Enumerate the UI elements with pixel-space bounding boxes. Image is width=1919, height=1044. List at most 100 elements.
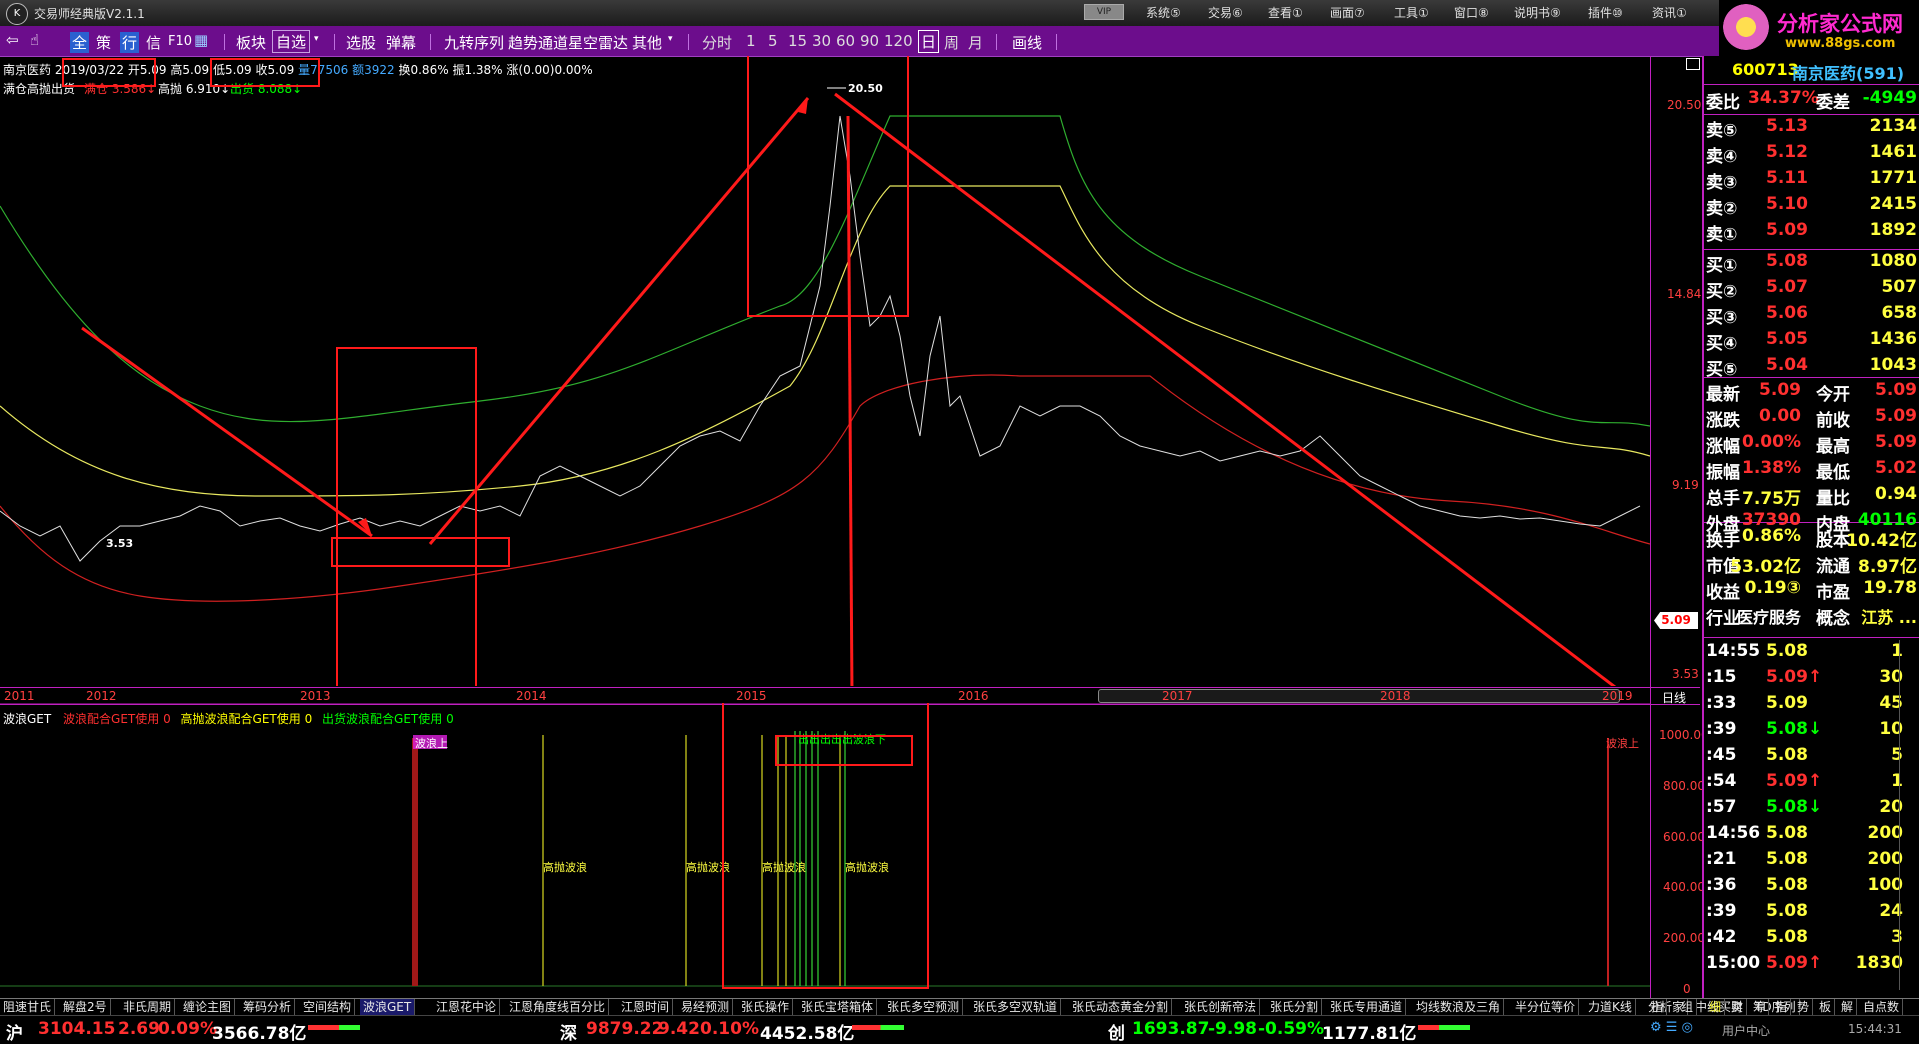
formula-tab[interactable]: 张氏多空双轨道: [970, 999, 1062, 1015]
tb-quote[interactable]: 行: [120, 32, 140, 53]
hand-icon[interactable]: ☝: [30, 31, 39, 49]
tick-row: :39 5.08 24: [1706, 901, 1903, 921]
sh-index: 3104.15: [38, 1019, 116, 1039]
app-logo-icon: K: [6, 3, 28, 25]
formula-tab[interactable]: 力道K线: [1585, 999, 1636, 1015]
formula-tabs: 阻速甘氏 解盘2号 非氏周期 缠论主图 筹码分析 空间结构 波浪GET 江恩花中论 江恩角度线百…: [0, 998, 1919, 1016]
menu-plugins[interactable]: 插件⑩: [1588, 4, 1623, 21]
chuhuo-lines: [794, 731, 846, 986]
right-tab[interactable]: 指: [1648, 999, 1668, 1015]
formula-tab[interactable]: 缠论主图: [180, 999, 236, 1015]
formula-tab[interactable]: 空间结构: [300, 999, 356, 1015]
sh-change: 2.69: [118, 1019, 160, 1039]
menu-news[interactable]: 资讯①: [1652, 4, 1687, 21]
back-icon[interactable]: ⇦: [6, 31, 19, 49]
tb-5min[interactable]: 5: [768, 32, 778, 50]
tb-other[interactable]: 其他: [632, 32, 662, 53]
status-icons[interactable]: ⚙ ☰ ◎: [1650, 1020, 1693, 1035]
tb-intraday[interactable]: 分时: [702, 32, 732, 53]
tb-f10[interactable]: F10: [168, 34, 192, 49]
grid-icon[interactable]: ▦: [194, 31, 208, 49]
tb-daily[interactable]: 日: [918, 30, 940, 53]
quote-tab[interactable]: 板: [1816, 999, 1836, 1015]
tb-15min[interactable]: 15: [788, 32, 807, 50]
quote-tab[interactable]: 筹: [1750, 999, 1770, 1015]
tb-120min[interactable]: 120: [884, 32, 913, 50]
other-dropdown-icon[interactable]: ▾: [668, 34, 673, 44]
tb-trend-channel[interactable]: 趋势通道: [508, 32, 568, 53]
tb-all[interactable]: 全: [70, 32, 90, 53]
sub-y-800: 800.00: [1663, 779, 1705, 793]
tb-sector[interactable]: 板块: [236, 32, 266, 53]
tb-info[interactable]: 信: [146, 32, 161, 53]
tb-stock-picker[interactable]: 选股: [346, 32, 376, 53]
quote-tab[interactable]: 自点数: [1860, 999, 1904, 1015]
tb-draw[interactable]: 画线: [1012, 32, 1042, 53]
formula-tab[interactable]: 张氏动态黄金分割: [1069, 999, 1173, 1015]
formula-tab[interactable]: 张氏分割: [1267, 999, 1323, 1015]
formula-tab[interactable]: 半分位等价: [1512, 999, 1580, 1015]
formula-tab[interactable]: 江恩花中论: [433, 999, 501, 1015]
formula-tab[interactable]: 江恩角度线百分比: [506, 999, 610, 1015]
maximize-chart-icon[interactable]: [1686, 58, 1700, 70]
formula-tab[interactable]: 易经预测: [678, 999, 734, 1015]
tb-strategy[interactable]: 策: [96, 32, 111, 53]
formula-tab[interactable]: 张氏专用通道: [1327, 999, 1407, 1015]
stat-row: 涨跌 0.00 前收 5.09: [1706, 406, 1917, 431]
tb-1min[interactable]: 1: [746, 32, 756, 50]
period-label[interactable]: 日线: [1662, 689, 1686, 706]
tb-30min[interactable]: 30: [812, 32, 831, 50]
formula-tab[interactable]: 张氏宝塔箱体: [798, 999, 878, 1015]
gp-label-4: 高抛波浪: [845, 860, 889, 874]
formula-tab[interactable]: 张氏操作: [738, 999, 794, 1015]
right-tab[interactable]: 组: [1678, 999, 1698, 1015]
box-peak: [747, 56, 909, 317]
tb-radar[interactable]: 星空雷达: [568, 32, 628, 53]
tick-row: :54 5.09↑ 1: [1706, 771, 1903, 791]
main-chart: 20.50 3.53: [0, 56, 1650, 686]
formula-tab[interactable]: 非氏周期: [120, 999, 176, 1015]
formula-tab[interactable]: 张氏创新帝法: [1181, 999, 1261, 1015]
vip-badge[interactable]: VIP: [1084, 4, 1124, 20]
box-bottom-zone: [336, 347, 477, 686]
tb-90min[interactable]: 90: [860, 32, 879, 50]
tb-60min[interactable]: 60: [836, 32, 855, 50]
menu-tools[interactable]: 工具①: [1394, 4, 1429, 21]
brand-name: 分析家公式网: [1777, 12, 1903, 36]
title-bar: K 交易师经典版V2.1.1 VIP 系统⑤ 交易⑥ 查看① 画面⑦ 工具① 窗…: [0, 0, 1919, 26]
year-2011: 2011: [4, 689, 35, 703]
formula-tab[interactable]: 均线数浪及三角: [1413, 999, 1505, 1015]
user-center[interactable]: 用户中心: [1722, 1022, 1770, 1039]
tb-monthly[interactable]: 月: [968, 32, 983, 53]
formula-tab[interactable]: 解盘2号: [60, 999, 111, 1015]
menu-view[interactable]: 查看①: [1268, 4, 1303, 21]
menu-trade[interactable]: 交易⑥: [1208, 4, 1243, 21]
formula-tab[interactable]: 张氏多空预测: [884, 999, 964, 1015]
quote-tab[interactable]: 解: [1838, 999, 1858, 1015]
formula-tab[interactable]: 筹码分析: [240, 999, 296, 1015]
tb-weekly[interactable]: 周: [944, 32, 959, 53]
tb-nine-turn[interactable]: 九转序列: [444, 32, 504, 53]
quote-tab[interactable]: 细: [1706, 999, 1726, 1015]
cy-index: 1693.87: [1132, 1019, 1210, 1039]
formula-tab[interactable]: 波浪GET: [360, 999, 416, 1015]
menu-screen[interactable]: 画面⑦: [1330, 4, 1365, 21]
status-bar: 沪 3104.15 2.69 0.09% 3566.78亿 深 9879.22 …: [0, 1015, 1919, 1044]
quote-tab[interactable]: 指: [1772, 999, 1792, 1015]
quote-tab[interactable]: 势: [1794, 999, 1814, 1015]
menu-system[interactable]: 系统⑤: [1146, 4, 1181, 21]
menu-manual[interactable]: 说明书⑨: [1514, 4, 1561, 21]
buy-row: 买③ 5.06 658: [1706, 303, 1917, 328]
sub-chart: 波浪上 波浪上 出出出出出波浪下 高抛波浪 高抛波浪 高抛波浪 高抛波浪: [0, 703, 1650, 989]
menu-window[interactable]: 窗口⑧: [1454, 4, 1489, 21]
tick-scrollbar[interactable]: [1899, 640, 1914, 990]
buy-row: 买① 5.08 1080: [1706, 251, 1917, 276]
watchlist-dropdown-icon[interactable]: ▾: [314, 34, 319, 44]
formula-tab[interactable]: 阻速甘氏: [0, 999, 56, 1015]
tb-danmaku[interactable]: 弹幕: [386, 32, 416, 53]
tb-watchlist[interactable]: 自选: [272, 30, 311, 53]
cy-change: -9.98: [1208, 1019, 1257, 1039]
formula-tab[interactable]: 江恩时间: [618, 999, 674, 1015]
sub-y-600: 600.00: [1663, 830, 1705, 844]
quote-tab[interactable]: 财: [1728, 999, 1748, 1015]
